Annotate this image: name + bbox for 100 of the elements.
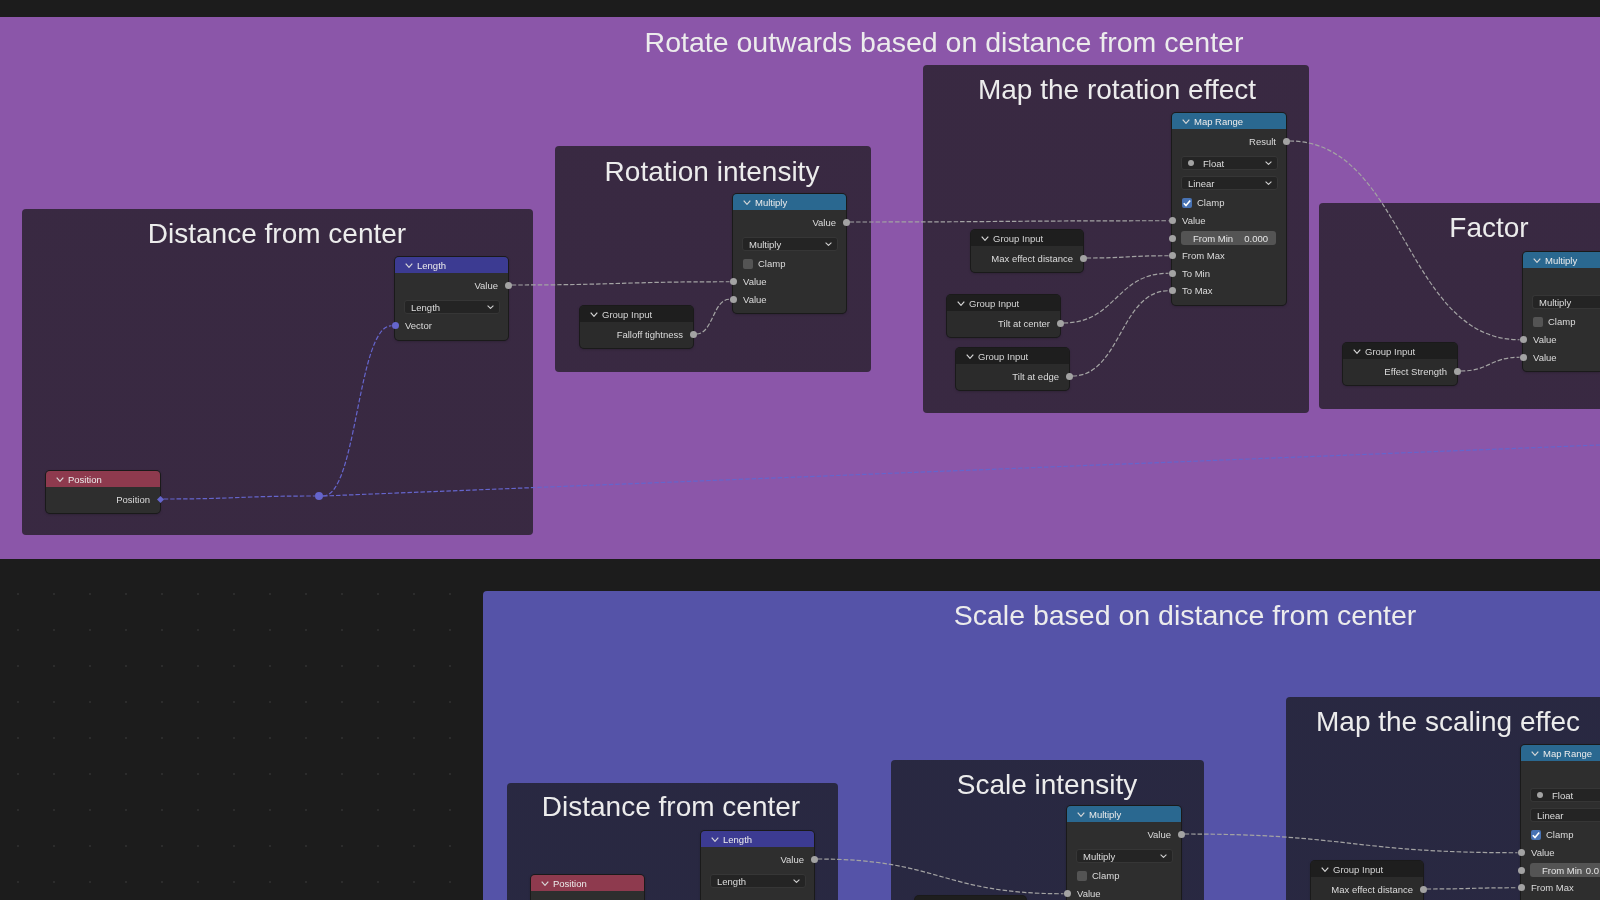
socket-icon[interactable] [1168, 234, 1176, 242]
checkbox[interactable] [1531, 829, 1541, 840]
socket-label: Value [1533, 351, 1557, 363]
number-field[interactable]: From Min 0.000 [1181, 231, 1276, 246]
node-title: Group Input [978, 350, 1029, 362]
dropdown[interactable]: Float [1181, 156, 1278, 170]
socket-icon[interactable] [504, 281, 512, 289]
dropdown[interactable]: Multiply [742, 237, 838, 251]
dropdown[interactable]: Linear [1181, 176, 1278, 190]
checkbox-label: Clamp [1546, 829, 1574, 840]
socket-icon[interactable] [1177, 830, 1185, 838]
checkbox[interactable] [1077, 870, 1087, 881]
socket-label: Tilt at edge [1012, 370, 1059, 382]
checkbox[interactable] [1533, 316, 1543, 327]
socket-icon[interactable] [1453, 367, 1461, 375]
chevron-icon[interactable] [981, 235, 989, 241]
dot-icon [1188, 160, 1194, 166]
frame-title: Rotate outwards based on distance from center [644, 26, 1244, 58]
socket-icon[interactable] [391, 322, 399, 330]
socket-icon[interactable] [1056, 319, 1064, 327]
socket-icon[interactable] [1063, 890, 1071, 898]
frame-title: Rotation intensity [604, 156, 820, 188]
socket-label: Value [1077, 888, 1101, 900]
node-title: Position [553, 877, 587, 889]
node-title: Group Input [969, 297, 1020, 309]
node-title: Multiply [1089, 808, 1122, 820]
frame-title: Scale based on distance from center [953, 599, 1417, 631]
socket-label: Max effect distance [991, 252, 1073, 264]
socket-label: Result [1249, 135, 1276, 147]
socket-icon[interactable] [1419, 885, 1427, 893]
socket-label: Tilt at center [998, 317, 1050, 329]
chevron-icon[interactable] [711, 836, 719, 842]
frame-title: Scale intensity [956, 769, 1138, 801]
chevron-icon[interactable] [541, 880, 549, 886]
caret-icon [825, 242, 832, 246]
node-title: Multiply [755, 196, 788, 208]
socket-label: Vector [405, 320, 432, 332]
frame-title: Distance from center [541, 791, 801, 823]
chevron-icon[interactable] [957, 300, 965, 306]
dropdown[interactable]: Multiply [1532, 295, 1600, 309]
socket-icon[interactable] [1168, 287, 1176, 295]
socket-icon[interactable] [729, 295, 737, 303]
node-title: Group Input [993, 232, 1044, 244]
dropdown[interactable]: Length [710, 874, 806, 888]
dropdown[interactable]: Length [404, 300, 500, 314]
socket-icon[interactable] [1517, 866, 1525, 874]
socket-label: From Max [1531, 882, 1574, 894]
socket-icon[interactable] [729, 278, 737, 286]
socket-label: Value [474, 279, 498, 291]
checkmark-icon [1532, 830, 1540, 839]
socket-icon[interactable] [1168, 269, 1176, 277]
socket-icon[interactable] [1517, 884, 1525, 892]
socket-icon[interactable] [1168, 252, 1176, 260]
frame-title: Distance from center [147, 218, 407, 250]
socket-label: Value [1533, 334, 1557, 346]
socket-icon[interactable] [1079, 254, 1087, 262]
socket-icon[interactable] [1517, 849, 1525, 857]
socket-icon[interactable] [689, 330, 697, 338]
socket-label: Value [812, 216, 836, 228]
dot-icon [1537, 792, 1543, 798]
dropdown[interactable]: Multiply [1076, 849, 1173, 863]
node-title: Map Range [1194, 115, 1244, 127]
node-title: Length [417, 259, 447, 271]
chevron-icon[interactable] [1353, 348, 1361, 354]
reroute-icon[interactable] [315, 492, 323, 500]
node-title: Map Range [1543, 747, 1593, 759]
checkbox-label: Clamp [1548, 316, 1576, 327]
checkmark-icon [1183, 198, 1191, 207]
caret-icon [1160, 854, 1167, 858]
chevron-icon[interactable] [966, 353, 974, 359]
socket-label: Value [780, 853, 804, 865]
socket-icon[interactable] [1282, 137, 1290, 145]
number-field[interactable]: From Min 0.0 [1530, 863, 1600, 878]
chevron-icon[interactable] [590, 311, 598, 317]
socket-icon[interactable] [1168, 217, 1176, 225]
socket-label: Falloff tightness [616, 328, 683, 340]
socket-label: Value [1182, 215, 1206, 227]
node-title: Multiply [1545, 254, 1578, 266]
socket-label: Value [1531, 847, 1555, 859]
checkbox-label: Clamp [1197, 197, 1225, 208]
chevron-icon[interactable] [1321, 866, 1329, 872]
socket-label: From Max [1182, 250, 1225, 262]
node-title: Group Input [1365, 345, 1416, 357]
dropdown[interactable]: Linear [1530, 808, 1600, 822]
frame-title: Map the rotation effect [977, 74, 1257, 106]
socket-icon[interactable] [1519, 353, 1527, 361]
checkbox[interactable] [743, 258, 753, 269]
dropdown[interactable]: Float [1530, 788, 1600, 802]
caret-icon [1265, 181, 1272, 185]
socket-icon[interactable] [156, 495, 164, 503]
socket-label: Value [1147, 828, 1171, 840]
socket-icon[interactable] [1065, 372, 1073, 380]
socket-label: To Min [1182, 267, 1210, 279]
socket-icon[interactable] [842, 218, 850, 226]
chevron-icon[interactable] [56, 476, 64, 482]
checkbox-label: Clamp [758, 258, 786, 269]
chevron-icon[interactable] [405, 262, 413, 268]
socket-icon[interactable] [810, 855, 818, 863]
checkbox[interactable] [1182, 197, 1192, 208]
socket-icon[interactable] [1519, 336, 1527, 344]
